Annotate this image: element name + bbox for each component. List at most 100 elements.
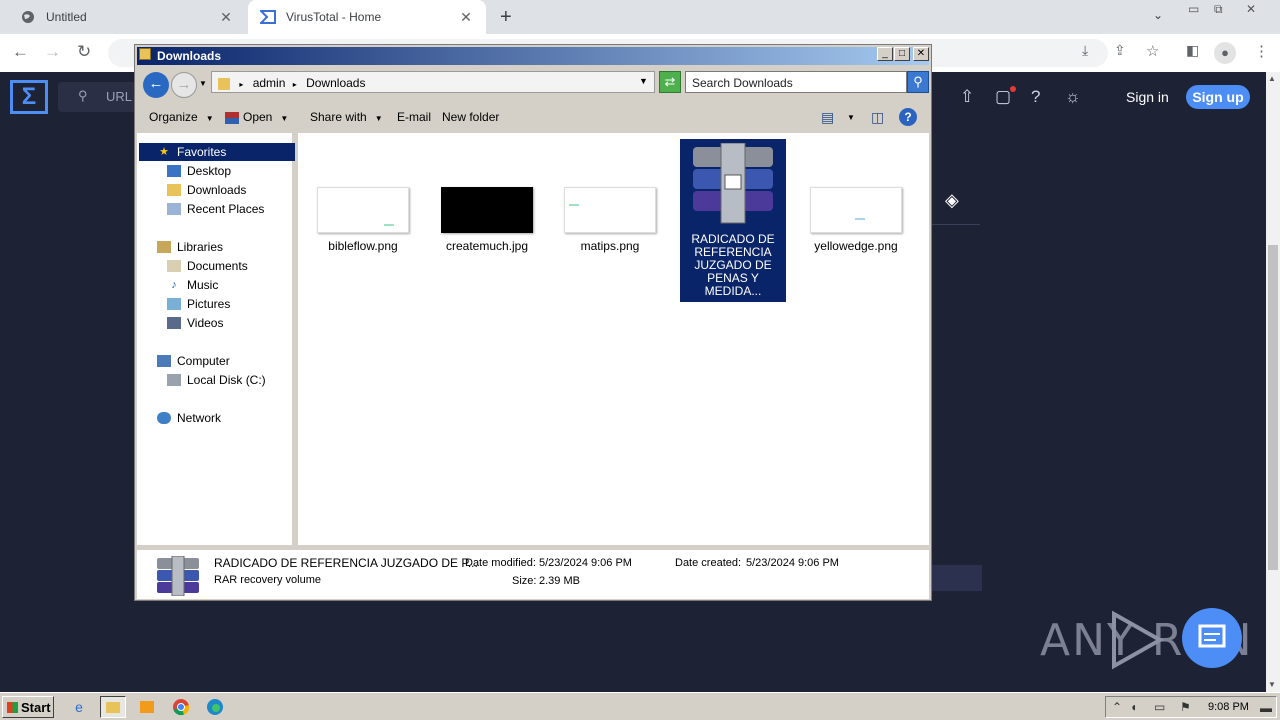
tab-virustotal[interactable]: VirusTotal - Home ✕ (248, 0, 486, 34)
recent-pages-chevron-icon[interactable]: ▼ (199, 79, 207, 88)
scroll-down-icon[interactable]: ▼ (1268, 680, 1276, 689)
address-dropdown-icon[interactable]: ▼ (639, 76, 648, 86)
sign-in-link[interactable]: Sign in (1126, 89, 1169, 105)
help-icon[interactable]: ? (1031, 87, 1040, 107)
preview-pane-icon[interactable]: ◫ (871, 109, 884, 126)
tray-expand-icon[interactable]: ⌃ (1112, 700, 1122, 714)
nav-downloads[interactable]: Downloads (167, 181, 246, 199)
date-modified-label: Date modified: (465, 557, 536, 569)
chip-icon[interactable]: ◈ (945, 190, 959, 211)
action-center-flag-icon[interactable]: ⚑ (1180, 700, 1191, 714)
nav-documents[interactable]: Documents (167, 257, 248, 275)
search-placeholder: URL (106, 89, 133, 104)
tab-close-icon[interactable]: ✕ (458, 9, 474, 26)
file-name: bibleflow.png (328, 239, 398, 253)
minimize-icon[interactable]: ▭ (1188, 2, 1199, 16)
nav-computer[interactable]: Computer (157, 352, 230, 370)
detail-type: RAR recovery volume (214, 574, 321, 586)
reload-icon[interactable]: ↻ (77, 42, 91, 62)
tab-title: Untitled (46, 10, 87, 24)
nav-recent-places[interactable]: Recent Places (167, 200, 264, 218)
chat-icon[interactable]: ▢ (995, 87, 1011, 107)
forward-arrow-icon[interactable]: → (44, 42, 61, 62)
view-dropdown-icon[interactable]: ▼ (847, 113, 855, 122)
organize-menu[interactable]: Organize ▼ (149, 110, 214, 124)
nav-videos[interactable]: Videos (167, 314, 223, 332)
explorer-taskbar-icon[interactable] (100, 696, 126, 718)
back-button[interactable]: ← (143, 72, 169, 98)
help-icon[interactable]: ? (899, 108, 917, 126)
new-tab-button[interactable]: + (500, 6, 512, 29)
tab-search-chevron-icon[interactable]: ⌄ (1153, 8, 1163, 22)
nav-pictures[interactable]: Pictures (167, 295, 230, 313)
forward-button[interactable]: → (171, 72, 197, 98)
chrome-icon[interactable] (168, 696, 194, 718)
virustotal-logo[interactable]: Σ (10, 80, 48, 114)
image-thumbnail (564, 187, 656, 233)
explorer-window: Downloads _ □ ✕ ← → ▼ ▸ admin ▸ Download… (134, 44, 932, 601)
libraries-icon (157, 241, 171, 253)
search-icon[interactable]: ⚲ (907, 71, 929, 93)
local-disk-icon (167, 374, 181, 386)
nav-desktop[interactable]: Desktop (167, 162, 231, 180)
restore-icon[interactable]: ⧉ (1214, 2, 1223, 17)
edge-icon[interactable] (202, 696, 228, 718)
start-button[interactable]: Start (2, 696, 54, 718)
divider (930, 224, 980, 225)
nav-music[interactable]: ♪ Music (167, 276, 218, 294)
new-folder-button[interactable]: New folder (442, 110, 499, 124)
file-name: RADICADO DE REFERENCIA JUZGADO DE PENAS … (691, 232, 775, 298)
refresh-icon[interactable]: ⇄ (659, 71, 681, 93)
file-list: bibleflow.png createmuch.jpg matips.png … (298, 133, 929, 545)
more-menu-icon[interactable]: ⋮ (1254, 42, 1269, 60)
nav-network[interactable]: Network (157, 409, 221, 427)
nav-local-disk[interactable]: Local Disk (C:) (167, 371, 266, 389)
change-view-icon[interactable]: ▤ (821, 109, 834, 126)
scroll-up-icon[interactable]: ▲ (1268, 74, 1276, 83)
search-input[interactable]: Search Downloads (685, 71, 907, 93)
file-item[interactable]: yellowedge.png (803, 187, 909, 253)
scrollbar-thumb[interactable] (1268, 245, 1278, 570)
close-button[interactable]: ✕ (913, 47, 929, 61)
breadcrumb-item[interactable]: admin (253, 76, 286, 90)
file-item[interactable]: bibleflow.png (310, 187, 416, 253)
anyrun-chat-button[interactable] (1182, 608, 1242, 668)
volume-icon[interactable]: ◖ (1130, 700, 1137, 714)
tab-untitled[interactable]: Untitled ✕ (8, 0, 246, 34)
close-window-icon[interactable]: ✕ (1246, 2, 1256, 16)
side-panel-icon[interactable]: ◧ (1186, 42, 1199, 59)
command-bar: Organize ▼ Open ▼ Share with ▼ E-mail New f… (137, 103, 929, 131)
maximize-button[interactable]: □ (894, 47, 910, 61)
profile-avatar-icon[interactable]: ● (1214, 42, 1236, 64)
file-item[interactable]: matips.png (557, 187, 663, 253)
clock: 9:08 PM (1208, 701, 1249, 713)
media-player-icon[interactable] (134, 696, 160, 718)
breadcrumb-item[interactable]: Downloads (306, 76, 365, 90)
theme-sun-icon[interactable]: ☼ (1065, 87, 1081, 107)
virustotal-search-input[interactable]: ⚲ URL (58, 82, 138, 112)
content-block (930, 565, 982, 591)
upload-icon[interactable]: ⇧ (960, 87, 974, 107)
window-title-bar[interactable]: Downloads (137, 47, 929, 65)
nav-favorites[interactable]: ★ Favorites (139, 143, 295, 161)
sign-up-button[interactable]: Sign up (1186, 85, 1250, 109)
internet-explorer-icon[interactable]: e (66, 696, 92, 718)
anyrun-play-icon (1112, 610, 1164, 670)
size-value: 2.39 MB (539, 575, 580, 587)
date-created-value: 5/23/2024 9:06 PM (746, 557, 839, 569)
open-menu[interactable]: Open ▼ (225, 110, 288, 124)
bookmark-star-icon[interactable]: ☆ (1146, 42, 1159, 60)
tab-close-icon[interactable]: ✕ (218, 9, 234, 26)
show-desktop-icon[interactable]: ▬ (1260, 701, 1272, 715)
network-tray-icon[interactable]: ▭ (1154, 700, 1165, 714)
share-with-menu[interactable]: Share with ▼ (310, 110, 383, 124)
install-icon[interactable]: ⤓ (1082, 42, 1088, 59)
file-item-selected[interactable]: RADICADO DE REFERENCIA JUZGADO DE PENAS … (680, 139, 786, 302)
share-icon[interactable]: ⇪ (1114, 42, 1126, 59)
minimize-button[interactable]: _ (877, 47, 893, 61)
nav-libraries[interactable]: Libraries (157, 238, 223, 256)
back-arrow-icon[interactable]: ← (12, 42, 29, 62)
breadcrumb-address-bar[interactable]: ▸ admin ▸ Downloads (211, 71, 655, 93)
file-item[interactable]: createmuch.jpg (434, 187, 540, 253)
email-button[interactable]: E-mail (397, 110, 431, 124)
